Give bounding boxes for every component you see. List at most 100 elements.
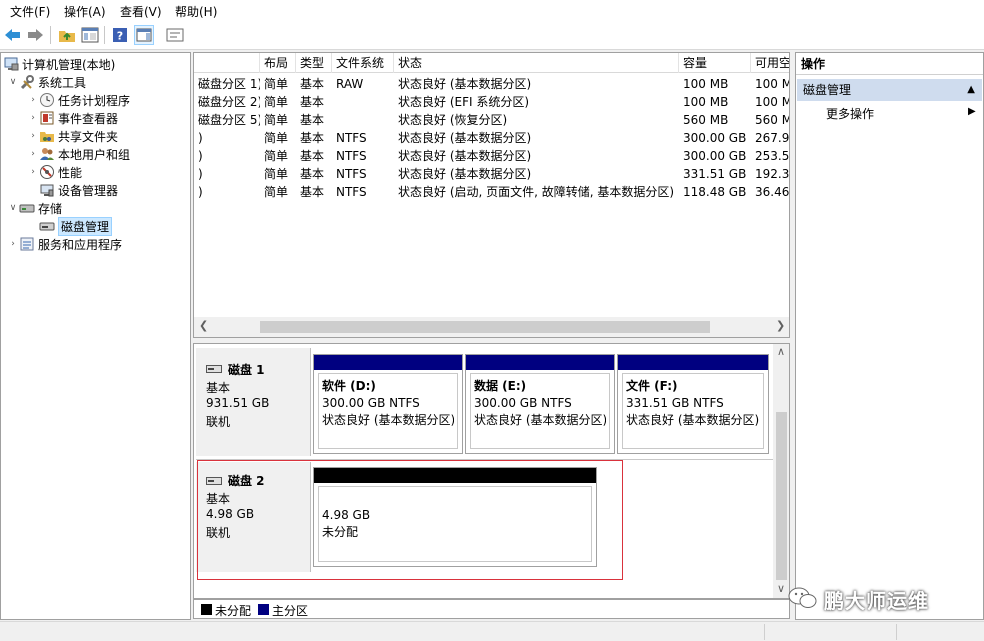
help-icon[interactable]: ? bbox=[110, 25, 130, 45]
tree-item-local-users[interactable]: › 本地用户和组 bbox=[27, 145, 130, 163]
chevron-right-icon[interactable]: › bbox=[27, 113, 39, 123]
cell-layout: 简单 bbox=[264, 167, 289, 181]
menu-help[interactable]: 帮助(H) bbox=[175, 3, 217, 20]
column-header-volume[interactable] bbox=[194, 53, 260, 73]
cell-free-space: 560 M bbox=[755, 113, 790, 127]
tree-item-storage[interactable]: ∨ 存储 bbox=[7, 199, 62, 217]
up-folder-icon[interactable] bbox=[57, 25, 77, 45]
chevron-down-icon[interactable]: ∨ bbox=[7, 203, 19, 213]
volume-list: 布局 类型 文件系统 状态 容量 可用空 磁盘分区 1) 简单 基本 RAW 状态良好 … bbox=[193, 52, 790, 338]
partition-d[interactable]: 软件 (D:) 300.00 GB NTFS 状态良好 (基本数据分区) bbox=[313, 354, 463, 454]
computer-management-icon bbox=[3, 56, 19, 72]
action-pane-icon[interactable] bbox=[134, 25, 154, 45]
chevron-right-icon[interactable]: › bbox=[27, 131, 39, 141]
table-row[interactable]: ) 简单 基本 NTFS 状态良好 (基本数据分区) 300.00 GB 253.5 bbox=[194, 147, 789, 165]
tree-item-task-scheduler[interactable]: › 任务计划程序 bbox=[27, 91, 130, 109]
tools-icon bbox=[19, 74, 35, 90]
menu-view[interactable]: 查看(V) bbox=[120, 3, 162, 20]
cell-free-space: 36.46 bbox=[755, 185, 790, 199]
table-row[interactable]: 磁盘分区 1) 简单 基本 RAW 状态良好 (基本数据分区) 100 MB 100 M bbox=[194, 75, 790, 93]
table-row[interactable]: ) 简单 基本 NTFS 状态良好 (基本数据分区) 300.00 GB 267.9 bbox=[194, 129, 790, 147]
tree-item-disk-management[interactable]: 磁盘管理 bbox=[39, 216, 113, 236]
tree-item-shared-folders[interactable]: › 共享文件夹 bbox=[27, 127, 118, 145]
cell-status: 状态良好 (恢复分区) bbox=[398, 113, 508, 127]
column-header-layout[interactable]: 布局 bbox=[260, 53, 296, 73]
disk-graphical-view: 磁盘 1 基本 931.51 GB 联机 软件 (D:) 300.00 GB N… bbox=[193, 343, 790, 599]
tree-item-performance[interactable]: › 性能 bbox=[27, 163, 82, 181]
vertical-scroll-thumb[interactable] bbox=[776, 412, 787, 580]
cell-type: 基本 bbox=[300, 149, 325, 163]
tree-item-system-tools[interactable]: ∨ 系统工具 bbox=[7, 73, 86, 91]
primary-partition-bar bbox=[314, 355, 462, 370]
partition-f[interactable]: 文件 (F:) 331.51 GB NTFS 状态良好 (基本数据分区) bbox=[617, 354, 769, 454]
actions-section-disk-management[interactable]: 磁盘管理 ▲ bbox=[797, 79, 982, 101]
properties-icon[interactable] bbox=[165, 25, 185, 45]
scroll-down-icon[interactable]: ∨ bbox=[777, 582, 785, 595]
menu-file[interactable]: 文件(F) bbox=[10, 3, 50, 20]
cell-status: 状态良好 (基本数据分区) bbox=[398, 149, 532, 163]
highlight-box bbox=[197, 460, 623, 580]
legend-unallocated-swatch bbox=[201, 604, 212, 615]
table-row[interactable]: ) 简单 基本 NTFS 状态良好 (启动, 页面文件, 故障转储, 基本数据分区) 11… bbox=[194, 183, 790, 201]
horizontal-scroll-thumb[interactable] bbox=[260, 321, 710, 333]
column-header-status[interactable]: 状态 bbox=[394, 53, 679, 73]
horizontal-scrollbar[interactable]: ❮ ❯ bbox=[194, 317, 789, 337]
legend-primary-swatch bbox=[258, 604, 269, 615]
cell-capacity: 300.00 GB bbox=[683, 131, 747, 145]
chevron-right-icon[interactable]: › bbox=[27, 167, 39, 177]
tree-item-event-viewer[interactable]: › 事件查看器 bbox=[27, 109, 118, 127]
tree-item-services-apps[interactable]: › 服务和应用程序 bbox=[7, 235, 122, 253]
cell-capacity: 100 MB bbox=[683, 77, 729, 91]
cell-type: 基本 bbox=[300, 131, 325, 145]
device-manager-icon bbox=[39, 182, 55, 198]
collapse-up-icon[interactable]: ▲ bbox=[967, 79, 975, 101]
cell-volume: ) bbox=[198, 149, 203, 163]
scroll-right-icon[interactable]: ❯ bbox=[776, 319, 785, 332]
chevron-down-icon[interactable]: ∨ bbox=[7, 77, 19, 87]
scroll-up-icon[interactable]: ∧ bbox=[777, 345, 785, 358]
column-header-free-space[interactable]: 可用空 bbox=[751, 53, 789, 73]
chevron-right-icon[interactable]: › bbox=[7, 239, 19, 249]
disk-1-info[interactable]: 磁盘 1 基本 931.51 GB 联机 bbox=[196, 348, 311, 456]
more-actions-item[interactable]: 更多操作 bbox=[826, 105, 874, 122]
cell-layout: 简单 bbox=[264, 131, 289, 145]
column-header-type[interactable]: 类型 bbox=[296, 53, 332, 73]
tree-item-root[interactable]: 计算机管理(本地) bbox=[3, 55, 115, 73]
cell-free-space: 100 M bbox=[755, 77, 790, 91]
chevron-right-icon[interactable]: › bbox=[27, 95, 39, 105]
table-row[interactable]: 磁盘分区 2) 简单 基本 状态良好 (EFI 系统分区) 100 MB 100 M bbox=[194, 93, 789, 111]
primary-partition-bar bbox=[466, 355, 614, 370]
cell-status: 状态良好 (基本数据分区) bbox=[398, 77, 532, 91]
legend: 未分配 主分区 bbox=[193, 599, 790, 619]
services-icon bbox=[19, 236, 35, 252]
table-row[interactable]: 磁盘分区 5) 简单 基本 状态良好 (恢复分区) 560 MB 560 M bbox=[194, 111, 790, 129]
column-header-filesystem[interactable]: 文件系统 bbox=[332, 53, 394, 73]
disk-1-status: 联机 bbox=[206, 415, 231, 429]
disk-management-icon bbox=[39, 218, 55, 234]
console-tree-icon[interactable] bbox=[80, 25, 100, 45]
storage-icon bbox=[19, 200, 35, 216]
svg-text:?: ? bbox=[117, 30, 123, 43]
column-header-capacity[interactable]: 容量 bbox=[679, 53, 751, 73]
tree-item-device-manager[interactable]: 设备管理器 bbox=[39, 181, 118, 199]
vertical-scrollbar[interactable]: ∧ ∨ bbox=[773, 344, 789, 598]
chevron-right-icon[interactable]: › bbox=[27, 149, 39, 159]
disk-1-type: 基本 bbox=[206, 381, 231, 395]
console-tree: 计算机管理(本地) ∨ 系统工具 › 任务计划程序 › 事件查看器 › 共享文件… bbox=[0, 52, 191, 620]
disk-drive-icon bbox=[206, 362, 222, 376]
submenu-arrow-icon[interactable]: ▶ bbox=[968, 106, 976, 117]
table-row[interactable]: ) 简单 基本 NTFS 状态良好 (基本数据分区) 331.51 GB 192.3 bbox=[194, 165, 790, 183]
back-icon[interactable] bbox=[3, 25, 23, 45]
cell-capacity: 100 MB bbox=[683, 95, 729, 109]
cell-filesystem: RAW bbox=[336, 77, 364, 91]
forward-icon[interactable] bbox=[25, 25, 45, 45]
menu-action[interactable]: 操作(A) bbox=[64, 3, 106, 20]
clock-icon bbox=[39, 92, 55, 108]
partition-e[interactable]: 数据 (E:) 300.00 GB NTFS 状态良好 (基本数据分区) bbox=[465, 354, 615, 454]
cell-free-space: 192.3 bbox=[755, 167, 790, 181]
partition-label: 软件 (D:) bbox=[322, 379, 376, 393]
cell-status: 状态良好 (基本数据分区) bbox=[398, 131, 532, 145]
cell-free-space: 267.9 bbox=[755, 131, 790, 145]
partition-size: 331.51 GB NTFS bbox=[626, 396, 724, 410]
scroll-left-icon[interactable]: ❮ bbox=[199, 319, 208, 332]
